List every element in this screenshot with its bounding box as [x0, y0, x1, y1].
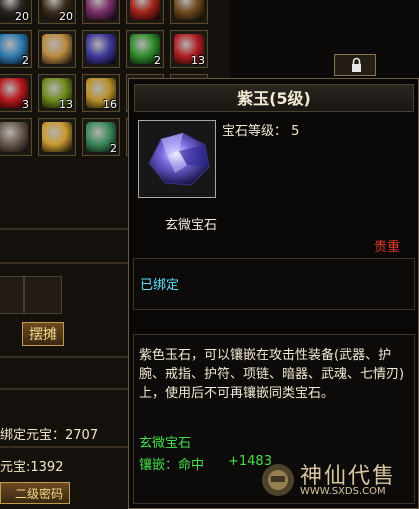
item-count: 13: [59, 98, 73, 111]
equip-slot[interactable]: [24, 276, 62, 314]
inventory-slot[interactable]: [82, 30, 120, 68]
inlay-label: 镶嵌：命中: [139, 458, 205, 473]
item-count: 20: [15, 10, 29, 23]
lock-icon: [352, 57, 361, 72]
bound-status: 已绑定: [140, 278, 180, 293]
gem-image-frame: [138, 120, 216, 198]
inventory-slot[interactable]: 13: [38, 74, 76, 112]
inventory-slot[interactable]: 20: [38, 0, 76, 24]
inventory-slot[interactable]: 16: [82, 74, 120, 112]
inventory-slot[interactable]: 20: [0, 0, 32, 24]
inventory-slot[interactable]: [0, 118, 32, 156]
inventory-slot[interactable]: 3: [0, 74, 32, 112]
bound-yuanbao: 绑定元宝：2707: [0, 428, 99, 443]
inventory-slot[interactable]: [170, 0, 208, 24]
item-icon: [86, 34, 116, 64]
item-count: 2: [22, 54, 29, 67]
item-icon: [42, 34, 72, 64]
inventory-slot[interactable]: 2: [0, 30, 32, 68]
item-icon: [86, 0, 116, 20]
item-count: 16: [103, 98, 117, 111]
item-count: 3: [22, 98, 29, 111]
inventory-slot[interactable]: [38, 118, 76, 156]
inventory-slot[interactable]: 13: [170, 30, 208, 68]
equip-slot[interactable]: [0, 276, 24, 314]
password-button[interactable]: 二级密码: [0, 482, 70, 504]
gem-level: 宝石等级： 5: [222, 124, 300, 139]
item-count: 13: [191, 54, 205, 67]
inventory-slot[interactable]: [126, 0, 164, 24]
item-description: 紫色玉石，可以镶嵌在攻击性装备(武器、护腕、戒指、护符、项链、暗器、武魂、七情刃…: [139, 348, 405, 401]
item-icon: [42, 122, 72, 152]
yuanbao: 元宝:1392: [0, 460, 64, 475]
item-count: 2: [110, 142, 117, 155]
lock-button[interactable]: [334, 54, 376, 76]
inventory-slot[interactable]: 2: [82, 118, 120, 156]
item-icon: [130, 0, 160, 20]
watermark-logo-icon: [262, 464, 294, 496]
item-icon: [174, 0, 204, 20]
divider: [0, 446, 128, 448]
inventory-slot[interactable]: [82, 0, 120, 24]
gem-type-green: 玄微宝石: [139, 436, 192, 451]
watermark-url: WWW.SXDS.COM: [300, 486, 386, 497]
gem-type: 玄微宝石: [165, 218, 218, 233]
inventory-slot[interactable]: [38, 30, 76, 68]
stall-button[interactable]: 摆摊: [22, 322, 64, 346]
item-title: 紫玉(5级): [134, 84, 414, 112]
purple-gem-icon: [148, 132, 210, 186]
item-icon: [0, 122, 28, 152]
inventory-slot[interactable]: 2: [126, 30, 164, 68]
item-count: 20: [59, 10, 73, 23]
valuable-tag: 贵重: [374, 240, 401, 255]
item-count: 2: [154, 54, 161, 67]
